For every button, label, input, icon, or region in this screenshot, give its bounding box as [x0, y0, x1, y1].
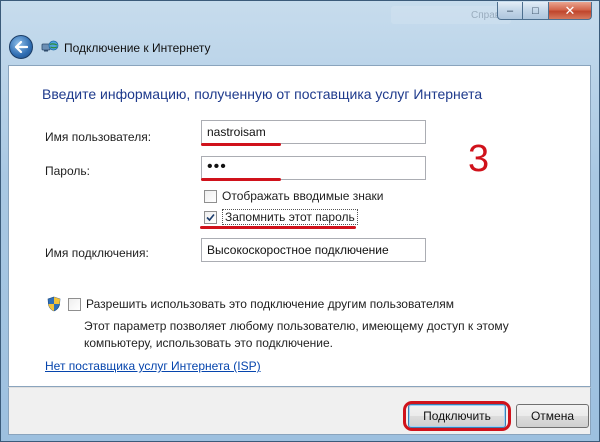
minimize-icon: –	[506, 4, 514, 17]
checkmark-icon	[206, 213, 215, 221]
remember-password-label: Запомнить этот пароль	[222, 209, 358, 225]
show-chars-checkbox[interactable]	[204, 189, 217, 203]
connect-highlight-annotation	[403, 401, 511, 431]
step-number-annotation: 3	[468, 138, 490, 180]
page-heading: Введите информацию, полученную от постав…	[42, 86, 483, 102]
show-chars-label: Отображать вводимые знаки	[222, 189, 384, 203]
back-arrow-icon	[14, 41, 28, 53]
allow-others-description: Этот параметр позволяет любому пользоват…	[84, 319, 509, 350]
no-isp-link[interactable]: Нет поставщика услуг Интернета (ISP)	[45, 359, 261, 373]
connection-name-field[interactable]: Высокоскоростное подключение	[201, 238, 426, 262]
minimize-button[interactable]: –	[497, 2, 523, 20]
username-field[interactable]: nastroisam	[201, 120, 426, 144]
allow-others-row[interactable]: Разрешить использовать это подключение д…	[68, 297, 454, 311]
close-button[interactable]: ✕	[549, 2, 592, 20]
network-globe-icon	[41, 40, 59, 52]
maximize-button[interactable]: □	[523, 2, 549, 20]
show-chars-row[interactable]: Отображать вводимые знаки	[204, 189, 383, 203]
uac-shield-icon	[47, 296, 61, 312]
close-icon: ✕	[564, 2, 576, 18]
maximize-icon: □	[532, 4, 539, 17]
connection-name-label: Имя подключения:	[45, 246, 149, 260]
password-label: Пароль:	[45, 164, 90, 178]
remember-password-row[interactable]: Запомнить этот пароль	[204, 209, 358, 225]
allow-others-label: Разрешить использовать это подключение д…	[86, 297, 455, 311]
username-underline-annotation	[201, 143, 281, 146]
back-button[interactable]	[9, 35, 33, 59]
username-label: Имя пользователя:	[45, 130, 152, 144]
remember-underline-annotation	[200, 226, 356, 229]
cancel-button[interactable]: Отмена	[516, 404, 589, 428]
password-underline-annotation	[201, 178, 281, 181]
allow-others-checkbox[interactable]	[68, 297, 81, 311]
password-field[interactable]: •••	[201, 156, 426, 180]
window-title: Подключение к Интернету	[64, 41, 211, 55]
remember-password-checkbox[interactable]	[204, 210, 217, 224]
caption-buttons: – □ ✕	[497, 2, 592, 20]
